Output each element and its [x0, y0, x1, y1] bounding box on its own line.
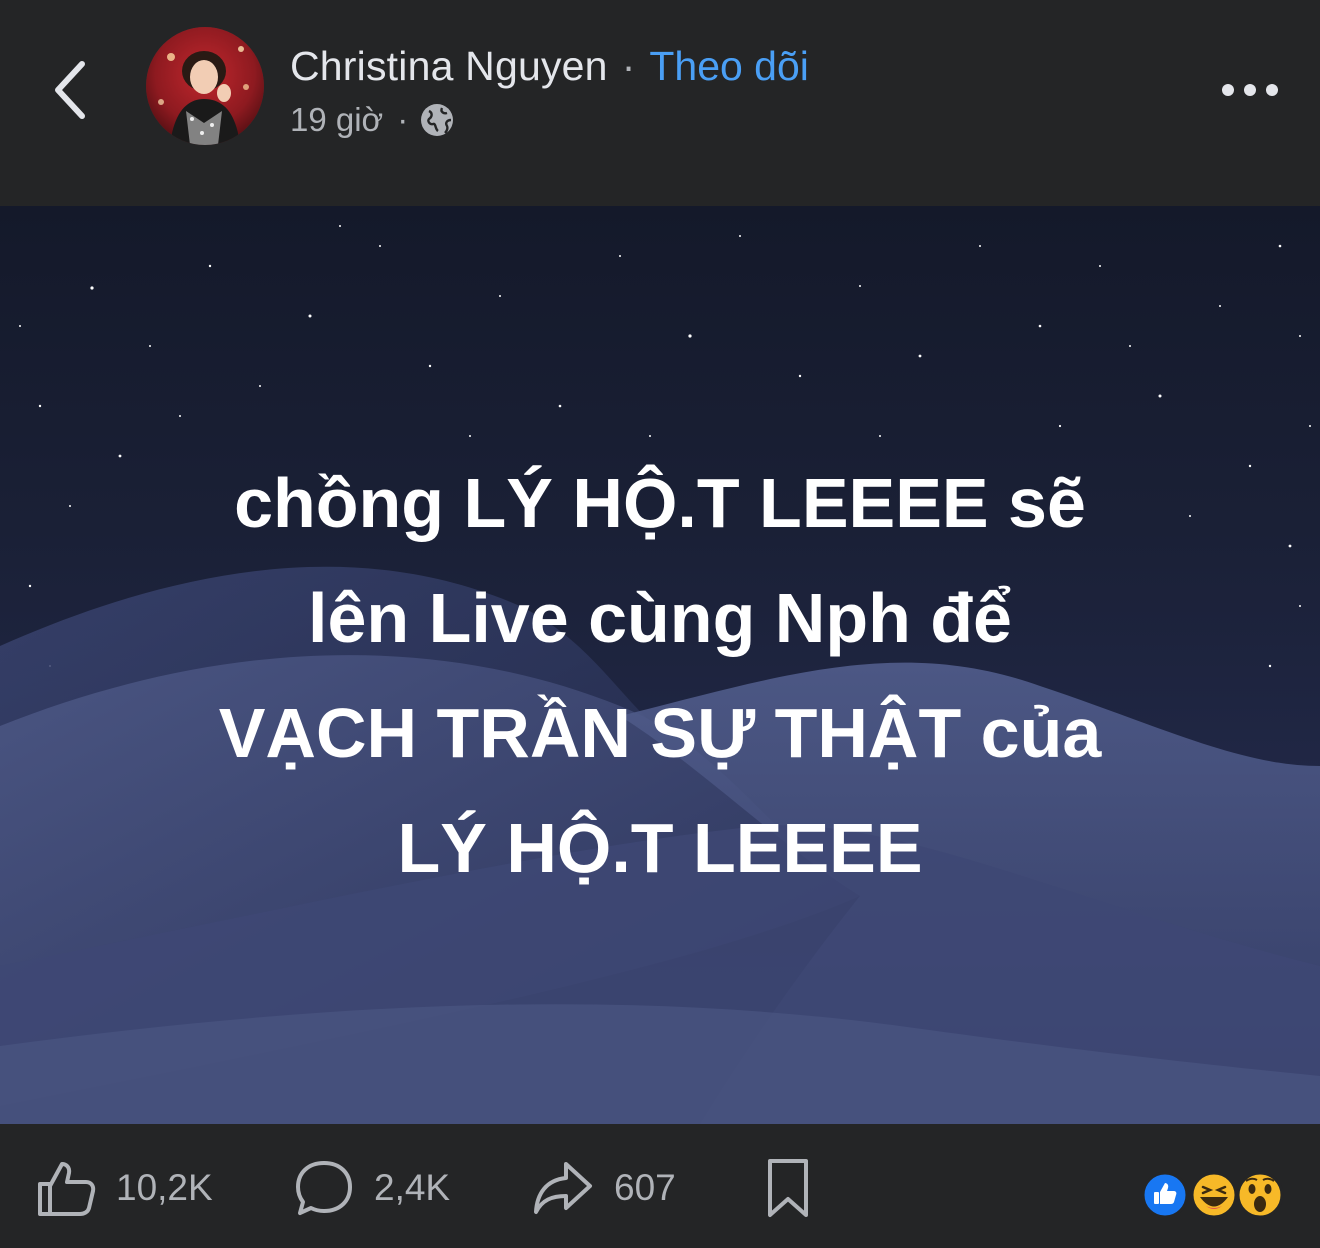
back-button[interactable] [44, 50, 104, 130]
author-line: Christina Nguyen · Theo dõi [290, 40, 809, 92]
post-actions-bar: 10,2K 2,4K 607 [0, 1124, 1320, 1248]
globe-icon [420, 103, 454, 137]
post-text-line: VẠCH TRẦN SỰ THẬT của [218, 694, 1102, 772]
thumbs-up-icon [38, 1162, 96, 1216]
post-text-line: chồng LÝ HỘ.T LEEEE sẽ [234, 464, 1086, 542]
post-header: Christina Nguyen · Theo dõi 19 giờ · [0, 0, 1320, 206]
share-count: 607 [614, 1167, 676, 1208]
chevron-left-icon [55, 61, 85, 119]
post-text-line: LÝ HỘ.T LEEEE [397, 809, 923, 887]
meta-separator: · [397, 101, 409, 138]
post-meta: 19 giờ · [290, 100, 454, 140]
avatar-image [146, 27, 264, 145]
post-content[interactable]: chồng LÝ HỘ.T LEEEE sẽ lên Live cùng Nph… [0, 206, 1320, 1124]
haha-reaction-icon [1190, 1171, 1238, 1219]
avatar[interactable] [146, 27, 264, 145]
reactions-summary[interactable] [1140, 1170, 1290, 1220]
comment-icon [296, 1161, 352, 1215]
bookmark-icon [768, 1159, 808, 1217]
post-text-line: lên Live cùng Nph để [308, 579, 1012, 657]
comment-button[interactable]: 2,4K [294, 1152, 450, 1224]
share-icon [534, 1162, 592, 1214]
follow-button[interactable]: Theo dõi [649, 43, 809, 90]
like-reaction-icon [1141, 1171, 1189, 1219]
post-time[interactable]: 19 giờ [290, 101, 383, 139]
comment-count: 2,4K [374, 1167, 451, 1208]
like-button[interactable]: 10,2K [36, 1152, 213, 1224]
share-button[interactable]: 607 [532, 1152, 676, 1224]
more-options-button[interactable] [1210, 70, 1290, 110]
more-horizontal-icon [1222, 84, 1278, 96]
save-button[interactable] [764, 1152, 812, 1224]
post-text: chồng LÝ HỘ.T LEEEE sẽ lên Live cùng Nph… [40, 446, 1280, 906]
separator-dot: · [621, 42, 636, 89]
wow-reaction-icon [1236, 1171, 1284, 1219]
author-name[interactable]: Christina Nguyen [290, 43, 608, 90]
like-count: 10,2K [116, 1167, 213, 1208]
